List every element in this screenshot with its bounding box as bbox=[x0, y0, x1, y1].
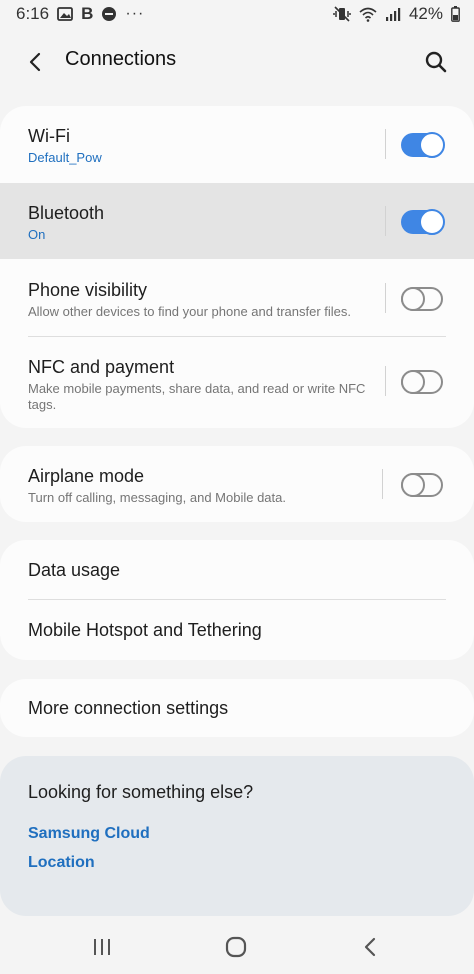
do-not-disturb-icon bbox=[101, 6, 117, 22]
samsung-cloud-link[interactable]: Samsung Cloud bbox=[28, 825, 150, 843]
data-card: Data usage Mobile Hotspot and Tethering bbox=[0, 540, 474, 660]
nfc-payment-description: Make mobile payments, share data, and re… bbox=[28, 381, 366, 412]
app-bar: Connections bbox=[0, 34, 474, 88]
suggestions-card: Looking for something else? Samsung Clou… bbox=[0, 756, 474, 916]
airplane-mode-toggle[interactable] bbox=[401, 473, 443, 497]
data-usage-title: Data usage bbox=[28, 560, 121, 580]
connections-card: Wi-Fi Default_Pow Bluetooth On Phone vis… bbox=[0, 106, 474, 428]
vibrate-mute-icon bbox=[333, 6, 351, 22]
bluetooth-title: Bluetooth bbox=[28, 203, 105, 223]
more-settings-card: More connection settings bbox=[0, 679, 474, 737]
airplane-mode-divider bbox=[382, 469, 383, 499]
battery-icon bbox=[451, 6, 460, 22]
bluetooth-toggle[interactable] bbox=[401, 209, 445, 235]
wifi-network-name: Default_Pow bbox=[28, 150, 102, 165]
nfc-payment-divider bbox=[385, 366, 386, 396]
bluetooth-status: On bbox=[28, 227, 46, 242]
status-time: 6:16 bbox=[16, 4, 50, 23]
search-button[interactable] bbox=[420, 46, 452, 78]
wifi-row[interactable]: Wi-Fi Default_Pow bbox=[0, 106, 474, 182]
phone-visibility-description: Allow other devices to find your phone a… bbox=[28, 304, 352, 319]
bluetooth-divider bbox=[385, 206, 386, 236]
phone-visibility-toggle[interactable] bbox=[401, 287, 443, 311]
toggle-knob bbox=[401, 473, 425, 497]
navigation-bar bbox=[0, 920, 474, 974]
recent-apps-button[interactable] bbox=[84, 932, 120, 962]
mobile-hotspot-row[interactable]: Mobile Hotspot and Tethering bbox=[0, 600, 474, 660]
nfc-payment-title: NFC and payment bbox=[28, 357, 175, 377]
gallery-icon bbox=[57, 7, 73, 21]
nfc-payment-row[interactable]: NFC and payment Make mobile payments, sh… bbox=[0, 337, 474, 428]
more-connection-settings-title: More connection settings bbox=[28, 698, 229, 718]
wifi-toggle[interactable] bbox=[401, 132, 445, 158]
nav-back-button[interactable] bbox=[352, 932, 388, 962]
airplane-mode-title: Airplane mode bbox=[28, 466, 145, 486]
toggle-knob bbox=[419, 209, 445, 235]
nfc-payment-toggle[interactable] bbox=[401, 370, 443, 394]
phone-visibility-divider bbox=[385, 283, 386, 313]
data-usage-row[interactable]: Data usage bbox=[0, 540, 474, 600]
airplane-mode-row[interactable]: Airplane mode Turn off calling, messagin… bbox=[0, 446, 474, 522]
mobile-hotspot-title: Mobile Hotspot and Tethering bbox=[28, 620, 262, 640]
back-arrow-icon bbox=[29, 52, 41, 72]
nav-back-icon bbox=[364, 937, 376, 957]
bluetooth-row[interactable]: Bluetooth On bbox=[0, 183, 474, 259]
suggestions-title: Looking for something else? bbox=[28, 782, 254, 802]
home-button[interactable] bbox=[218, 932, 254, 962]
more-notifications-icon: ··· bbox=[125, 5, 145, 22]
search-icon bbox=[425, 51, 447, 73]
airplane-card: Airplane mode Turn off calling, messagin… bbox=[0, 446, 474, 522]
recent-apps-icon bbox=[94, 939, 110, 955]
status-right: 42% bbox=[333, 4, 460, 24]
back-button[interactable] bbox=[20, 47, 50, 77]
phone-visibility-row[interactable]: Phone visibility Allow other devices to … bbox=[0, 260, 474, 336]
b-notification-icon: B bbox=[81, 4, 94, 23]
page-title: Connections bbox=[65, 48, 177, 70]
airplane-mode-description: Turn off calling, messaging, and Mobile … bbox=[28, 490, 286, 505]
battery-percent: 42% bbox=[408, 4, 443, 23]
wifi-divider bbox=[385, 129, 386, 159]
toggle-knob bbox=[419, 132, 445, 158]
status-bar: 6:16 B ··· 42% bbox=[0, 0, 474, 28]
wifi-icon bbox=[359, 7, 377, 22]
more-connection-settings-row[interactable]: More connection settings bbox=[0, 679, 474, 737]
location-link[interactable]: Location bbox=[28, 854, 95, 872]
signal-icon bbox=[385, 7, 401, 22]
toggle-knob bbox=[401, 287, 425, 311]
wifi-title: Wi-Fi bbox=[28, 126, 70, 146]
phone-visibility-title: Phone visibility bbox=[28, 280, 148, 300]
status-left: 6:16 B ··· bbox=[16, 4, 144, 24]
home-icon bbox=[225, 936, 247, 958]
toggle-knob bbox=[401, 370, 425, 394]
